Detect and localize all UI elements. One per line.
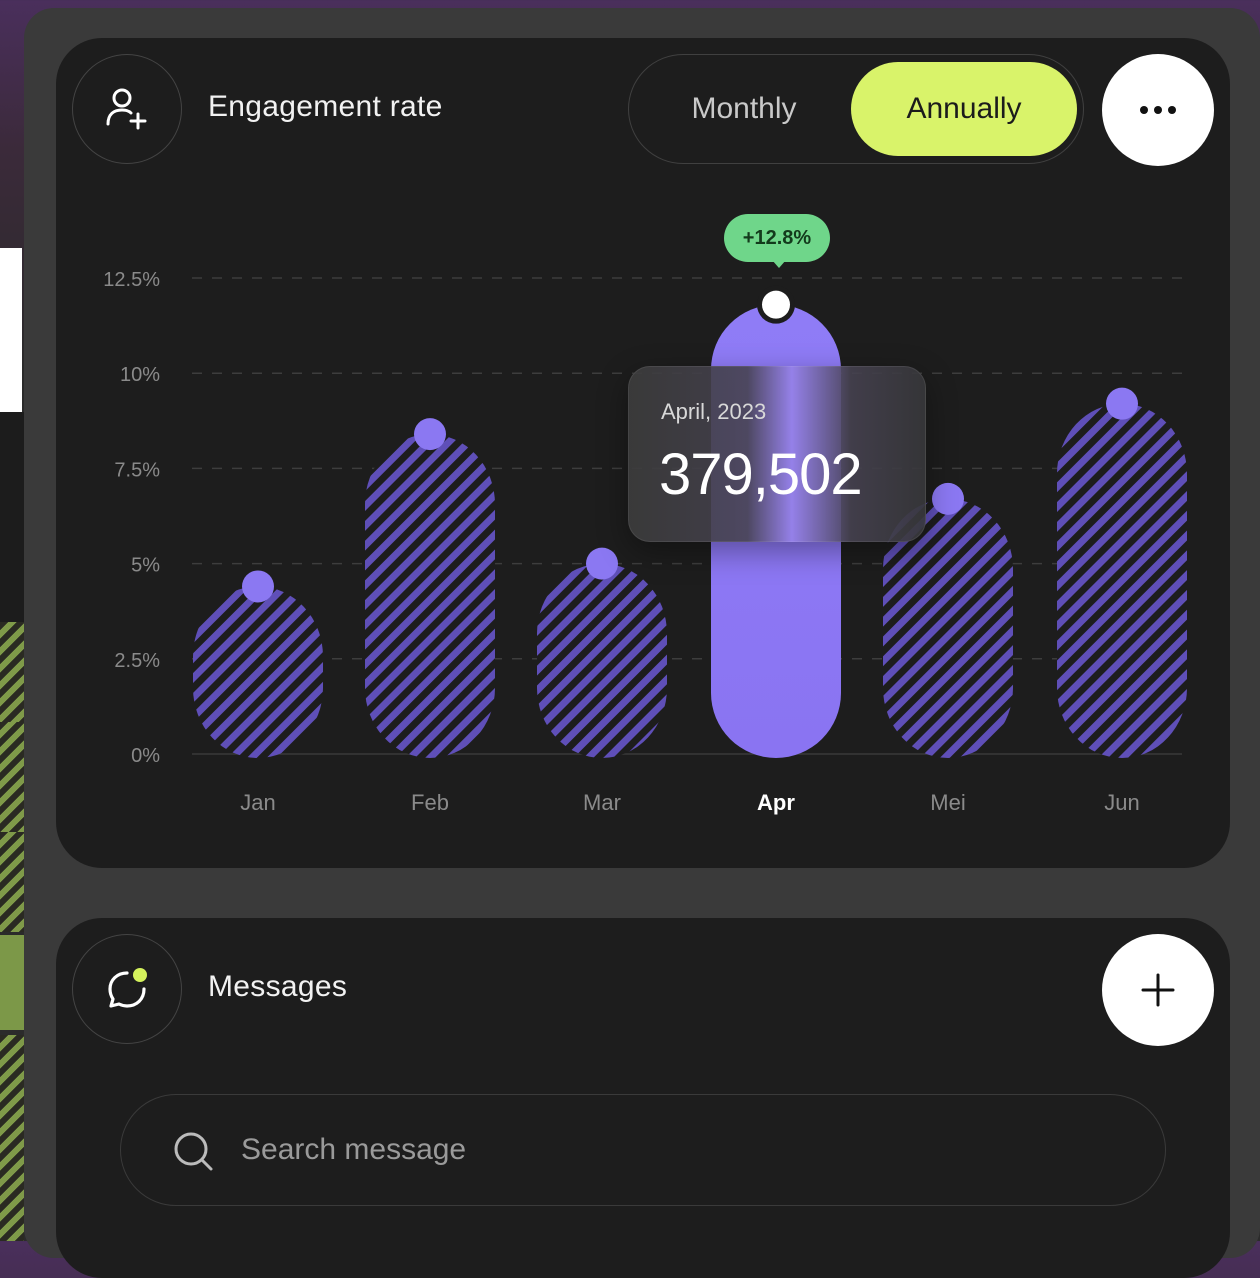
bar-jun [1057, 403, 1187, 758]
y-tick-label: 10% [120, 364, 160, 386]
x-tick-label: Mar [583, 790, 621, 815]
left-edge-green [0, 935, 24, 1030]
search-icon [174, 1132, 213, 1171]
plus-icon [1141, 973, 1175, 1007]
x-tick-label: Apr [757, 790, 795, 815]
bar-point-jun [1106, 387, 1138, 420]
search-input[interactable] [239, 1119, 1123, 1181]
chart-tooltip: April, 2023 379,502 [628, 366, 926, 542]
tooltip-value: 379,502 [659, 442, 863, 507]
left-edge-hatch [0, 1035, 24, 1241]
bar-point-feb [414, 418, 446, 451]
messages-title: Messages [208, 970, 348, 1003]
bar-mar [537, 563, 667, 758]
change-badge-tail [772, 260, 786, 268]
chat-bubble-icon[interactable] [72, 934, 182, 1044]
y-tick-label: 12.5% [103, 269, 160, 291]
x-tick-label: Jun [1104, 790, 1139, 815]
x-tick-label: Feb [411, 790, 449, 815]
left-edge-hatch [0, 622, 24, 722]
x-tick-label: Mei [930, 790, 965, 815]
left-edge-hatch [0, 722, 24, 832]
y-tick-label: 7.5% [114, 459, 160, 481]
bar-point-apr [762, 290, 790, 319]
y-tick-label: 2.5% [114, 650, 160, 672]
left-edge-dark [0, 412, 24, 622]
bar-jan [193, 586, 323, 758]
left-edge-card [0, 248, 22, 412]
bar-point-mei [932, 482, 964, 515]
left-edge-strip [0, 0, 24, 1241]
bar-feb [365, 434, 495, 758]
x-tick-label: Jan [240, 790, 275, 815]
engagement-card: Engagement rate Monthly Annually 0% 2.5% 5… [56, 38, 1230, 868]
messages-card: Messages [56, 918, 1230, 1278]
add-message-button[interactable] [1102, 934, 1214, 1046]
tooltip-date: April, 2023 [661, 399, 767, 424]
change-badge: +12.8% [724, 214, 830, 262]
left-edge-hatch [0, 832, 24, 932]
search-bar [120, 1094, 1166, 1206]
bar-point-jan [242, 570, 274, 603]
y-tick-label: 5% [131, 555, 160, 577]
bar-point-mar [586, 547, 618, 580]
y-tick-label: 0% [131, 745, 160, 767]
